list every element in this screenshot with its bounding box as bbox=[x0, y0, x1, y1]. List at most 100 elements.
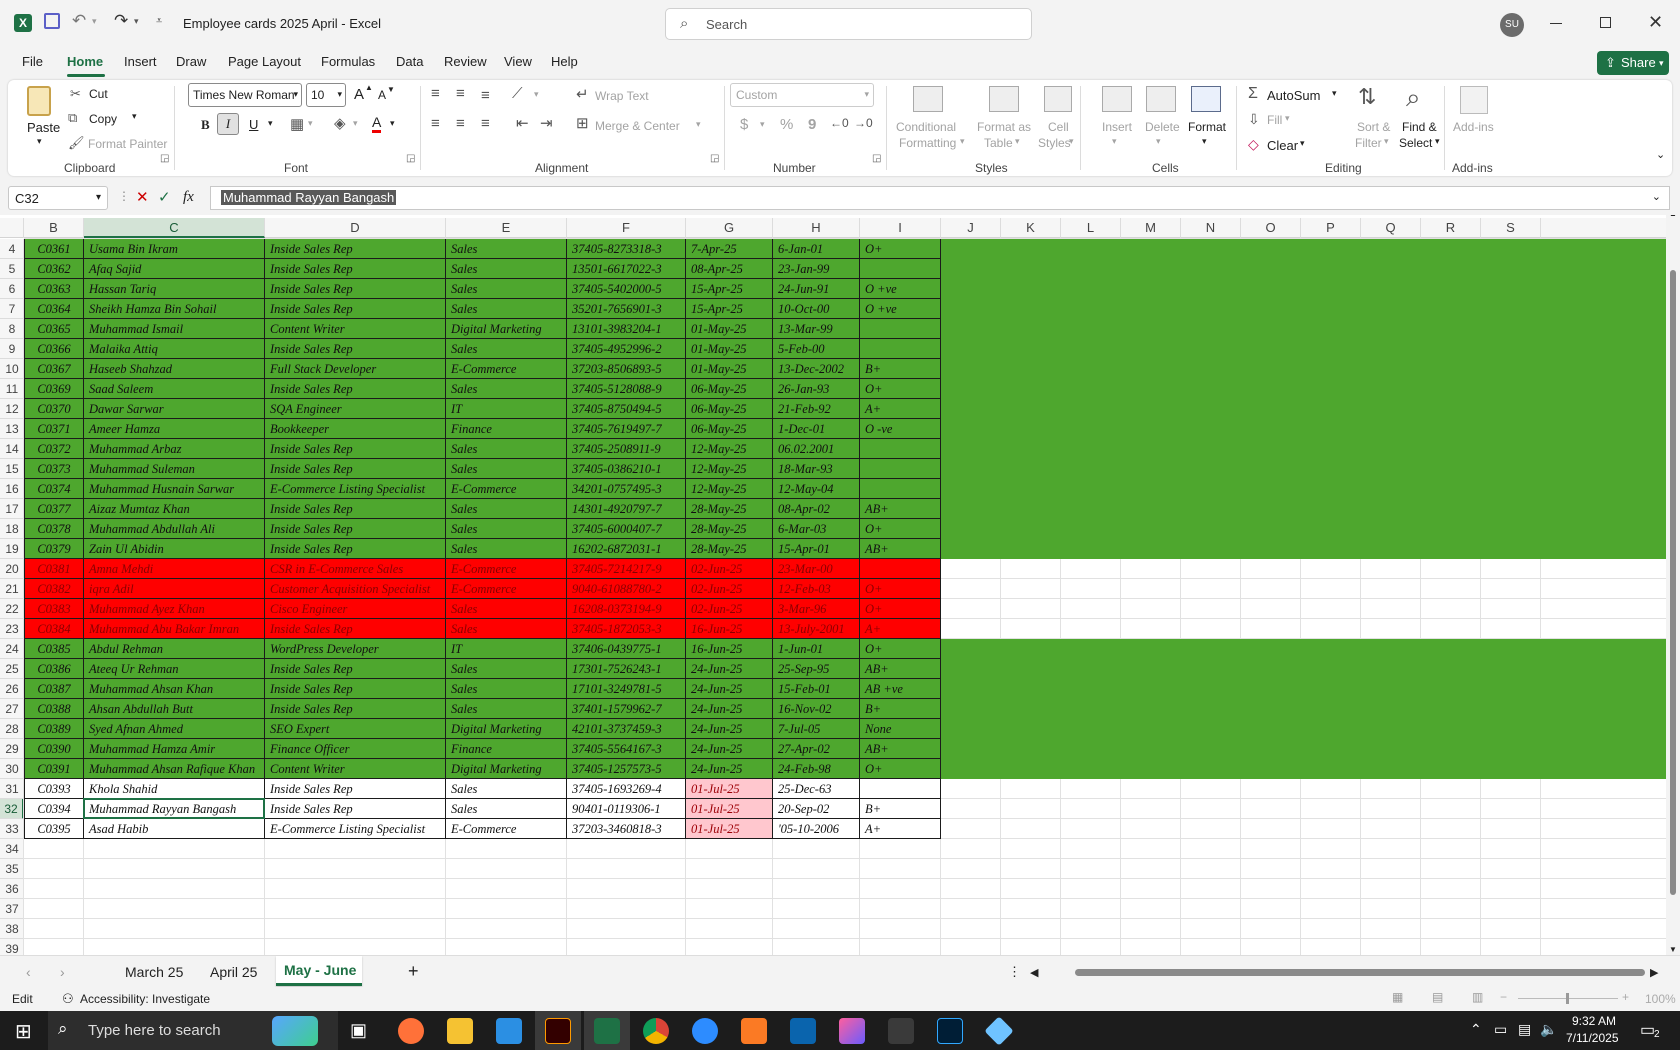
conditional-formatting-button[interactable]: Conditional bbox=[896, 120, 956, 134]
format-as-table-icon[interactable] bbox=[989, 86, 1019, 112]
cell-cnic[interactable]: 37405-5402000-5 bbox=[567, 279, 686, 299]
add-ins-button[interactable]: Add-ins bbox=[1453, 120, 1494, 134]
cell-name[interactable]: Ahsan Abdullah Butt bbox=[84, 699, 265, 719]
cell-dob[interactable]: 25-Dec-63 bbox=[773, 779, 860, 799]
format-cells-button[interactable]: Format bbox=[1188, 120, 1226, 134]
cell-cnic[interactable]: 35201-7656901-3 bbox=[567, 299, 686, 319]
cell-dob[interactable]: 23-Jan-99 bbox=[773, 259, 860, 279]
insert-cells-button[interactable]: Insert bbox=[1102, 120, 1132, 134]
align-top-icon[interactable]: ≡ bbox=[431, 86, 440, 101]
row-header-24[interactable]: 24 bbox=[0, 639, 24, 659]
scroll-up-icon[interactable]: ▲ bbox=[1669, 215, 1677, 218]
undo-icon[interactable]: ↶ bbox=[72, 11, 86, 31]
cell-dept[interactable]: Sales bbox=[446, 239, 567, 259]
cell-dob[interactable]: 26-Jan-93 bbox=[773, 379, 860, 399]
normal-view-icon[interactable]: ▦ bbox=[1392, 990, 1403, 1004]
format-dropdown-icon[interactable]: ▾ bbox=[1202, 136, 1207, 147]
row-header-13[interactable]: 13 bbox=[0, 419, 24, 439]
cell-dept[interactable]: Sales bbox=[446, 679, 567, 699]
cell-dept[interactable]: Sales bbox=[446, 499, 567, 519]
row-header-30[interactable]: 30 bbox=[0, 759, 24, 779]
cell-dob[interactable]: 5-Feb-00 bbox=[773, 339, 860, 359]
clock-time[interactable]: 9:32 AM bbox=[1572, 1014, 1616, 1028]
clear-button[interactable]: Clear bbox=[1267, 138, 1298, 153]
column-header-l[interactable]: L bbox=[1061, 218, 1121, 238]
cell-id[interactable]: C0367 bbox=[24, 359, 84, 379]
cell-name[interactable]: Muhammad Ayez Khan bbox=[84, 599, 265, 619]
cell-blood[interactable] bbox=[860, 319, 941, 339]
delete-cells-icon[interactable] bbox=[1146, 86, 1176, 112]
cell-dept[interactable]: Sales bbox=[446, 799, 567, 819]
align-center-icon[interactable]: ≡ bbox=[456, 116, 465, 131]
cell-dob[interactable]: 13-Mar-99 bbox=[773, 319, 860, 339]
cell-name[interactable]: Afaq Sajid bbox=[84, 259, 265, 279]
windows-start-icon[interactable]: ⊞ bbox=[15, 1019, 32, 1044]
cell-cnic[interactable]: 37405-1693269-4 bbox=[567, 779, 686, 799]
number-launcher-icon[interactable]: ◲ bbox=[872, 153, 881, 164]
cell-name[interactable]: Saad Saleem bbox=[84, 379, 265, 399]
cell-id[interactable]: C0393 bbox=[24, 779, 84, 799]
column-header-j[interactable]: J bbox=[941, 218, 1001, 238]
cell-dept[interactable]: Sales bbox=[446, 439, 567, 459]
cut-button[interactable]: Cut bbox=[89, 87, 108, 101]
cell-join[interactable]: 02-Jun-25 bbox=[686, 579, 773, 599]
cell-join[interactable]: 06-May-25 bbox=[686, 379, 773, 399]
app-icon[interactable] bbox=[984, 1016, 1014, 1046]
cell-dob[interactable]: 27-Apr-02 bbox=[773, 739, 860, 759]
cancel-icon[interactable]: ✕ bbox=[136, 188, 149, 206]
currency-button[interactable]: $ bbox=[740, 116, 748, 133]
cell-id[interactable]: C0371 bbox=[24, 419, 84, 439]
cell-dob[interactable]: 24-Feb-98 bbox=[773, 759, 860, 779]
cell-blood[interactable]: AB+ bbox=[860, 739, 941, 759]
cell-dob[interactable]: 15-Apr-01 bbox=[773, 539, 860, 559]
alignment-launcher-icon[interactable]: ◲ bbox=[710, 153, 719, 164]
cell-styles-icon[interactable] bbox=[1044, 86, 1072, 112]
cell-id[interactable]: C0386 bbox=[24, 659, 84, 679]
format-cells-icon[interactable] bbox=[1191, 86, 1221, 112]
cell-dob[interactable]: 7-Jul-05 bbox=[773, 719, 860, 739]
cell-blood[interactable]: O+ bbox=[860, 639, 941, 659]
cell-cnic[interactable]: 37406-0439775-1 bbox=[567, 639, 686, 659]
cell-join[interactable]: 01-Jul-25 bbox=[686, 799, 773, 819]
row-header-39[interactable]: 39 bbox=[0, 939, 24, 955]
zoom-in-icon[interactable]: + bbox=[1622, 990, 1629, 1004]
cell-id[interactable]: C0377 bbox=[24, 499, 84, 519]
cell-name[interactable]: Muhammad Husnain Sarwar bbox=[84, 479, 265, 499]
cell-dept[interactable]: Digital Marketing bbox=[446, 719, 567, 739]
minimize-button[interactable] bbox=[1550, 23, 1562, 24]
column-header-h[interactable]: H bbox=[773, 218, 860, 238]
prev-sheet-icon[interactable]: ‹ bbox=[26, 964, 31, 980]
row-header-15[interactable]: 15 bbox=[0, 459, 24, 479]
row-header-5[interactable]: 5 bbox=[0, 259, 24, 279]
chrome-icon[interactable] bbox=[643, 1018, 669, 1044]
cell-id[interactable]: C0379 bbox=[24, 539, 84, 559]
menu-insert[interactable]: Insert bbox=[124, 54, 157, 69]
sort-filter-button[interactable]: Sort & bbox=[1357, 120, 1390, 134]
cell-dob[interactable]: 1-Dec-01 bbox=[773, 419, 860, 439]
menu-data[interactable]: Data bbox=[396, 54, 423, 69]
cell-join[interactable]: 24-Jun-25 bbox=[686, 699, 773, 719]
cell-join[interactable]: 12-May-25 bbox=[686, 439, 773, 459]
cell-id[interactable]: C0385 bbox=[24, 639, 84, 659]
cell-dept[interactable]: Sales bbox=[446, 339, 567, 359]
cell-join[interactable]: 28-May-25 bbox=[686, 519, 773, 539]
add-sheet-button[interactable]: + bbox=[408, 961, 419, 982]
cell-join[interactable]: 02-Jun-25 bbox=[686, 599, 773, 619]
format-painter-button[interactable]: Format Painter bbox=[88, 137, 167, 151]
cell-cnic[interactable]: 14301-4920797-7 bbox=[567, 499, 686, 519]
column-header-e[interactable]: E bbox=[446, 218, 567, 238]
outlook-icon[interactable] bbox=[790, 1018, 816, 1044]
cell-join[interactable]: 16-Jun-25 bbox=[686, 639, 773, 659]
cell-join[interactable]: 24-Jun-25 bbox=[686, 759, 773, 779]
align-left-icon[interactable]: ≡ bbox=[431, 116, 440, 131]
wrap-text-icon[interactable]: ↵ bbox=[576, 87, 589, 102]
cell-blood[interactable]: O+ bbox=[860, 379, 941, 399]
cell-name[interactable]: Muhammad Ismail bbox=[84, 319, 265, 339]
next-sheet-icon[interactable]: › bbox=[60, 964, 65, 980]
page-break-view-icon[interactable]: ▥ bbox=[1472, 990, 1483, 1004]
conditional-formatting-icon[interactable] bbox=[913, 86, 943, 112]
borders-dropdown-icon[interactable]: ▾ bbox=[308, 118, 313, 129]
row-header-22[interactable]: 22 bbox=[0, 599, 24, 619]
row-header-16[interactable]: 16 bbox=[0, 479, 24, 499]
cell-role[interactable]: Inside Sales Rep bbox=[265, 459, 446, 479]
